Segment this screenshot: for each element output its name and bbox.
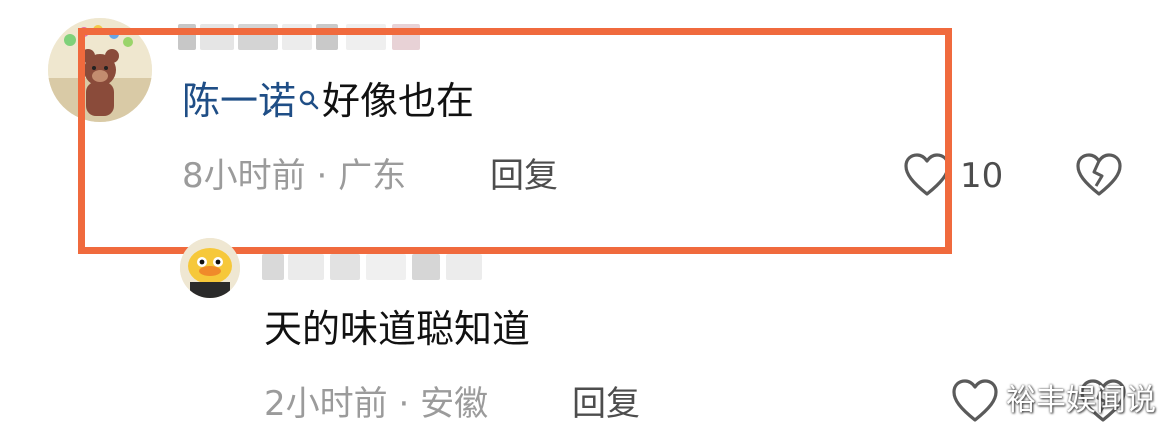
reply-button[interactable]: 回复 bbox=[572, 384, 640, 424]
heart-icon[interactable] bbox=[950, 378, 1000, 428]
meta-separator: · bbox=[398, 384, 410, 424]
comment-time: 2小时前 bbox=[264, 384, 388, 424]
avatar[interactable] bbox=[180, 238, 240, 298]
username-blurred[interactable] bbox=[262, 254, 492, 280]
broken-heart-icon[interactable] bbox=[1074, 152, 1124, 202]
like-count: 10 bbox=[960, 156, 1004, 196]
comment-meta: 2小时前 · 安徽 bbox=[264, 384, 488, 424]
comment-location: 安徽 bbox=[420, 384, 489, 424]
watermark: 裕丰娱闻说 bbox=[1006, 383, 1156, 418]
highlight-box bbox=[78, 28, 952, 254]
comment-body: 天的味道聪知道 bbox=[264, 307, 531, 351]
